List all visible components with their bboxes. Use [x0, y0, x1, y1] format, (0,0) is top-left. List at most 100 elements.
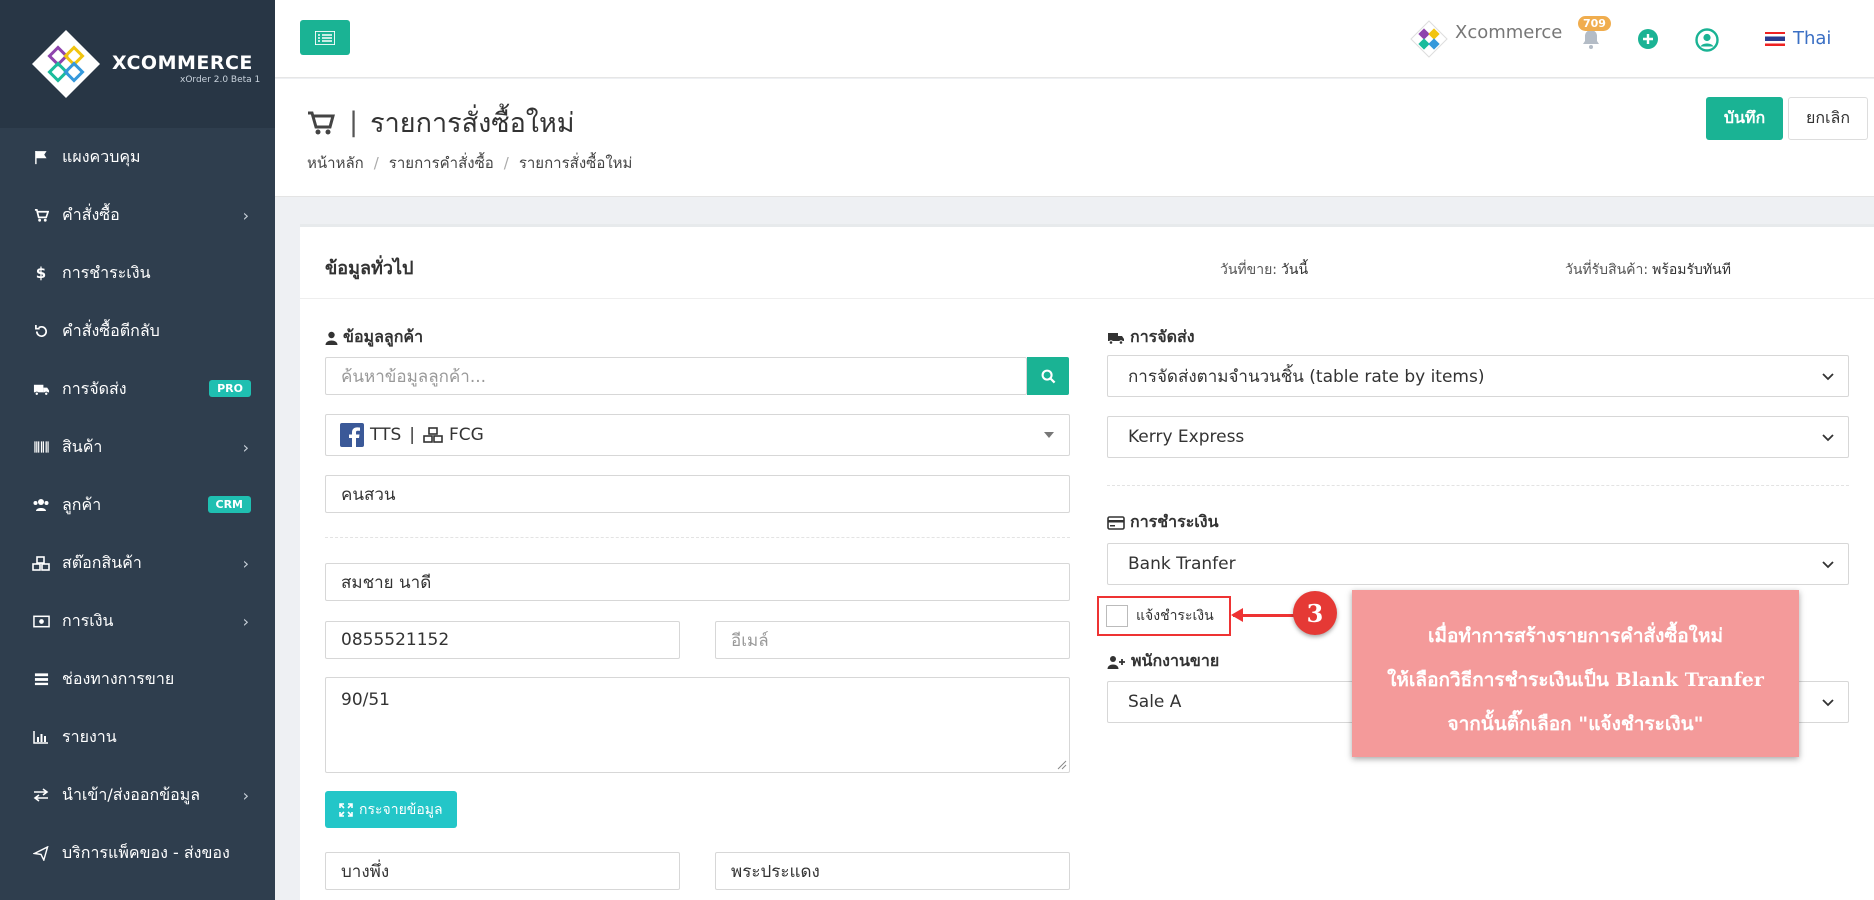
title-separator: | — [349, 107, 359, 138]
sidebar-item-label: รายงาน — [62, 726, 117, 746]
sidebar-item-customers[interactable]: ลูกค้า CRM — [0, 476, 275, 534]
sidebar-toggle-button[interactable] — [300, 20, 350, 55]
expand-data-button[interactable]: กระจายข้อมูล — [325, 791, 457, 828]
sidebar-item-label: ช่องทางการขาย — [62, 668, 175, 688]
payment-section-label: การชำระเงิน — [1107, 510, 1219, 535]
language-selector[interactable]: Thai — [1765, 28, 1831, 49]
annotation-callout: เมื่อทำการสร้างรายการคำสั่งซื้อใหม่ ให้เ… — [1352, 590, 1799, 757]
sidebar-item-label: คำสั่งซื้อ — [62, 204, 120, 224]
expand-icon — [339, 802, 353, 817]
sidebar-item-label: แผงควบคุม — [62, 146, 141, 166]
divider — [325, 537, 1070, 538]
sidebar-item-shipping[interactable]: การจัดส่ง PRO — [0, 360, 275, 418]
logo-area[interactable]: XCOMMERCE xOrder 2.0 Beta 1 — [0, 0, 275, 128]
callout-line-3: จากนั้นติ๊กเลือก "แจ้งชำระเงิน" — [1447, 713, 1704, 735]
thai-flag-icon — [1765, 31, 1785, 46]
caret-down-icon — [1044, 432, 1054, 438]
user-circle-icon[interactable] — [1695, 28, 1719, 52]
page-title: | รายการสั่งซื้อใหม่ — [307, 101, 575, 144]
shipping-method-select[interactable]: การจัดส่งตามจำนวนชิ้น (table rate by ite… — [1107, 355, 1849, 397]
sidebar-menu: แผงควบคุม คำสั่งซื้อ › $ การชำระเงิน คำส… — [0, 128, 275, 882]
breadcrumb-divider: / — [373, 154, 379, 172]
district-input[interactable]: พระประแดง — [715, 852, 1070, 890]
channel-page-name: TTS — [370, 425, 402, 445]
undo-icon — [30, 324, 52, 339]
truck-icon — [1108, 332, 1124, 345]
add-circle-icon[interactable] — [1637, 28, 1659, 50]
sidebar-item-packing-service[interactable]: บริการแพ็คของ - ส่งของ — [0, 824, 275, 882]
receive-date[interactable]: วันที่รับสินค้า: พร้อมรับทันที — [1565, 259, 1731, 281]
customer-search-button[interactable] — [1027, 357, 1069, 395]
channel-separator: | — [409, 425, 415, 445]
sidebar-item-dashboard[interactable]: แผงควบคุม — [0, 128, 275, 186]
customer-search-input[interactable]: ค้นหาข้อมูลลูกค้า... — [325, 357, 1027, 395]
nickname-input[interactable]: คนสวน — [325, 475, 1070, 513]
sidebar-item-stock[interactable]: สต๊อกสินค้า › — [0, 534, 275, 592]
sidebar-item-sales-channels[interactable]: ช่องทางการขาย — [0, 650, 275, 708]
facebook-icon — [340, 423, 364, 447]
notify-payment-label: แจ้งชำระเงิน — [1136, 608, 1214, 624]
sidebar-item-payments[interactable]: $ การชำระเงิน — [0, 244, 275, 302]
breadcrumb-orders[interactable]: รายการคำสั่งซื้อ — [389, 154, 494, 172]
sidebar-item-reports[interactable]: รายงาน — [0, 708, 275, 766]
user-icon — [325, 331, 338, 345]
phone-input[interactable]: 0855521152 — [325, 621, 680, 659]
chevron-down-icon — [1822, 699, 1834, 707]
payment-section-text: การชำระเงิน — [1130, 512, 1219, 531]
shipping-section-text: การจัดส่ง — [1130, 327, 1195, 346]
channel-select[interactable]: TTS | FCG — [325, 414, 1070, 456]
sidebar-item-orders[interactable]: คำสั่งซื้อ › — [0, 186, 275, 244]
list-icon — [30, 672, 52, 686]
sidebar-item-label: การเงิน — [62, 610, 114, 630]
payment-method-select[interactable]: Bank Tranfer — [1107, 543, 1849, 585]
cubes-icon — [30, 555, 52, 571]
user-plus-icon — [1107, 655, 1125, 669]
topbar: Xcommerce 709 Thai — [275, 0, 1874, 78]
notify-payment-checkbox[interactable]: แจ้งชำระเงิน — [1097, 596, 1231, 636]
resize-grip-icon[interactable] — [1057, 760, 1067, 770]
users-icon — [30, 498, 52, 512]
credit-card-icon — [1107, 515, 1125, 530]
save-button[interactable]: บันทึก — [1706, 97, 1783, 140]
sales-staff-section-text: พนักงานขาย — [1131, 651, 1220, 670]
address-textarea[interactable]: 90/51 — [325, 677, 1070, 773]
sales-staff-section-label: พนักงานขาย — [1107, 649, 1219, 674]
fullname-input[interactable]: สมชาย นาดี — [325, 563, 1070, 601]
dollar-icon: $ — [35, 264, 47, 282]
barcode-icon — [30, 440, 52, 454]
cubes-icon — [423, 427, 443, 443]
breadcrumb-divider: / — [503, 154, 509, 172]
breadcrumb-current: รายการสั่งซื้อใหม่ — [518, 154, 633, 172]
sidebar-item-returns[interactable]: คำสั่งซื้อตีกลับ — [0, 302, 275, 360]
page-title-text: รายการสั่งซื้อใหม่ — [370, 108, 575, 139]
step-number-badge: 3 — [1293, 591, 1337, 635]
sidebar-item-products[interactable]: สินค้า › — [0, 418, 275, 476]
chevron-right-icon: › — [242, 206, 249, 225]
card-header: ข้อมูลทั่วไป วันที่ขาย: วันนี้ วันที่รับส… — [300, 227, 1874, 299]
cancel-button[interactable]: ยกเลิก — [1788, 97, 1868, 140]
sidebar-item-finance[interactable]: การเงิน › — [0, 592, 275, 650]
sidebar: XCOMMERCE xOrder 2.0 Beta 1 แผงควบคุม คำ… — [0, 0, 275, 900]
subdistrict-input[interactable]: บางพึ่ง — [325, 852, 680, 890]
brand-name[interactable]: Xcommerce — [1455, 22, 1562, 43]
page-header: | รายการสั่งซื้อใหม่ หน้าหลัก / รายการคำสั… — [275, 79, 1874, 197]
chevron-right-icon: › — [242, 438, 249, 457]
chevron-down-icon — [1822, 373, 1834, 381]
annotation-arrow-head — [1231, 608, 1243, 622]
channel-group-name: FCG — [449, 425, 484, 445]
divider — [1107, 485, 1849, 486]
flag-icon — [30, 150, 52, 165]
email-input[interactable]: อีเมล์ — [715, 621, 1070, 659]
bell-icon[interactable] — [1580, 28, 1602, 50]
sale-date[interactable]: วันที่ขาย: วันนี้ — [1220, 259, 1308, 281]
checkbox-box[interactable] — [1106, 605, 1128, 627]
carrier-select[interactable]: Kerry Express — [1107, 416, 1849, 458]
shipping-method-value: การจัดส่งตามจำนวนชิ้น (table rate by ite… — [1128, 366, 1485, 387]
breadcrumb-home[interactable]: หน้าหลัก — [307, 154, 364, 172]
exchange-icon — [30, 788, 52, 802]
chevron-down-icon — [1822, 561, 1834, 569]
breadcrumb: หน้าหลัก / รายการคำสั่งซื้อ / รายการสั่งซื้อ… — [307, 151, 632, 175]
crm-badge: CRM — [207, 496, 251, 513]
cart-icon — [30, 208, 52, 223]
sidebar-item-import-export[interactable]: นำเข้า/ส่งออกข้อมูล › — [0, 766, 275, 824]
